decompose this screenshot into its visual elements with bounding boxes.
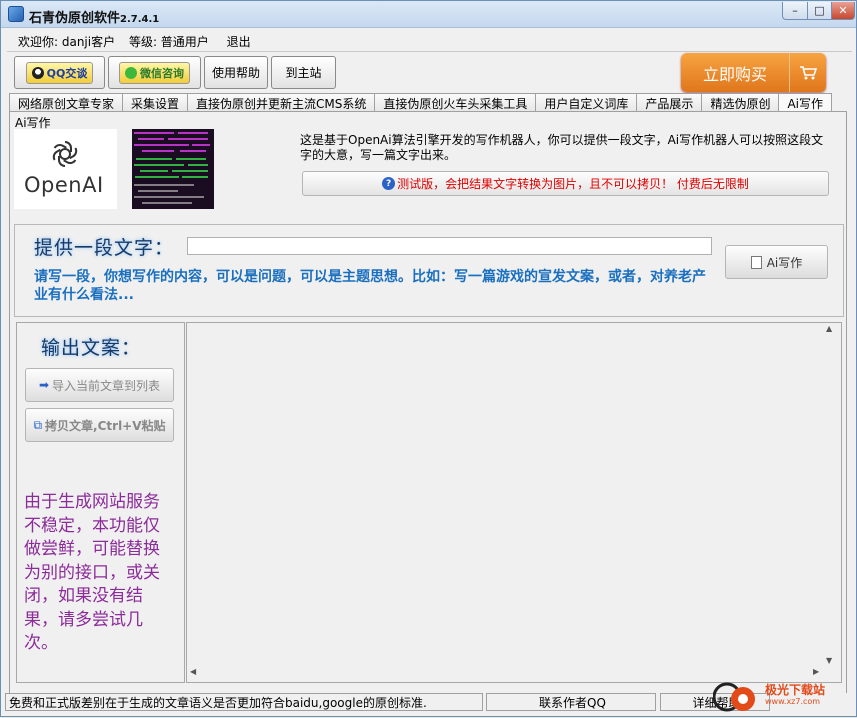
output-label: 输出文案： [41, 337, 142, 359]
maximize-button[interactable]: □ [807, 2, 832, 20]
openai-icon [52, 141, 78, 167]
user-info-bar: 欢迎你: danji客户 等级: 普通用户 退出 [18, 33, 261, 50]
welcome-text: 欢迎你: danji客户 [18, 35, 116, 49]
close-button[interactable]: ✕ [831, 2, 855, 20]
trial-notice-bar: ? 测试版，会把结果文字转换为图片，且不可以拷贝！ 付费后无限制 [302, 171, 829, 196]
openai-logo-box: OpenAI [14, 129, 117, 209]
qq-badge: QQ交谈 [25, 61, 94, 84]
app-window: 石青伪原创软件2.7.4.1 – □ ✕ 欢迎你: danji客户 等级: 普通… [0, 0, 857, 717]
copy-label: 拷贝文章,Ctrl+V粘贴 [45, 418, 166, 433]
import-label: 导入当前文章到列表 [52, 378, 161, 393]
prompt-hint: 请写一段，你想写作的内容，可以是问题，可以是主题思想。比如：写一篇游戏的宣发文案… [34, 269, 706, 303]
wechat-icon [125, 66, 137, 79]
copy-article-button[interactable]: ⧉ 拷贝文章,Ctrl+V粘贴 [25, 408, 174, 442]
scroll-right-icon[interactable]: ▶ [813, 667, 819, 676]
contact-author-button[interactable]: 联系作者QQ [486, 693, 656, 711]
ai-description: 这是基于OpenAi算法引擎开发的写作机器人，你可以提供一段文字，Ai写作机器人… [300, 133, 824, 162]
openai-wordmark: OpenAI [24, 173, 104, 197]
watermark-text: 极光下载站 [765, 683, 826, 697]
matrix-banner-image [132, 129, 214, 209]
qq-icon [31, 66, 44, 79]
qq-chat-button[interactable]: QQ交谈 [14, 56, 105, 89]
qq-label: QQ交谈 [46, 66, 88, 80]
scroll-up-icon[interactable]: ▲ [826, 324, 832, 333]
output-text-area[interactable] [186, 322, 842, 683]
ai-write-button[interactable]: Ai写作 [725, 245, 828, 279]
watermark-logo: 极光下载站 www.xz7.com [712, 679, 853, 715]
ai-write-label: Ai写作 [766, 255, 803, 270]
logout-link[interactable]: 退出 [227, 35, 251, 49]
app-version: 2.7.4.1 [120, 14, 160, 25]
app-icon [8, 6, 24, 22]
home-site-button[interactable]: 到主站 [271, 56, 336, 89]
prompt-input[interactable] [187, 237, 712, 255]
prompt-label: 提供一段文字： [34, 237, 175, 259]
help-icon: ? [382, 177, 396, 190]
tab-locomotive-tool[interactable]: 直接伪原创火车头采集工具 [374, 93, 537, 112]
title-bar: 石青伪原创软件2.7.4.1 – □ ✕ [1, 1, 856, 28]
import-article-button[interactable]: ➡ 导入当前文章到列表 [25, 368, 174, 402]
tab-custom-dictionary[interactable]: 用户自定义词库 [535, 93, 638, 112]
watermark-url: www.xz7.com [765, 697, 821, 706]
cart-icon [789, 53, 826, 92]
toolbar-divider [7, 51, 852, 52]
help-button[interactable]: 使用帮助 [204, 56, 268, 89]
tab-products[interactable]: 产品展示 [636, 93, 703, 112]
scroll-left-icon[interactable]: ◀ [190, 667, 196, 676]
arrow-right-icon: ➡ [38, 378, 50, 392]
main-tabs: 网络原创文章专家 采集设置 直接伪原创并更新主流CMS系统 直接伪原创火车头采集… [9, 93, 832, 113]
status-message: 免费和正式版差别在于生成的文章语义是否更加符合baidu,google的原创标准… [5, 693, 483, 711]
wechat-badge: 微信咨询 [119, 61, 190, 84]
trial-notice-text: 测试版，会把结果文字转换为图片，且不可以拷贝！ 付费后无限制 [397, 177, 749, 191]
user-level: 等级: 普通用户 [128, 35, 209, 49]
document-icon [750, 255, 762, 269]
wechat-label: 微信咨询 [140, 66, 184, 80]
tab-collect-settings[interactable]: 采集设置 [122, 93, 189, 112]
service-note: 由于生成网站服务不稳定，本功能仅做尝鲜，可能替换为别的接口，或关闭，如果没有结果… [24, 492, 160, 653]
window-title: 石青伪原创软件2.7.4.1 [29, 7, 159, 26]
buy-label: 立即购买 [702, 64, 767, 84]
minimize-button[interactable]: – [782, 2, 808, 20]
app-name: 石青伪原创软件 [29, 11, 121, 26]
copy-icon: ⧉ [33, 417, 43, 432]
tab-cms-update[interactable]: 直接伪原创并更新主流CMS系统 [187, 93, 376, 112]
tab-ai-writing[interactable]: Ai写作 [778, 93, 832, 113]
wechat-consult-button[interactable]: 微信咨询 [108, 56, 201, 89]
tab-featured-rewrite[interactable]: 精选伪原创 [701, 93, 780, 112]
watermark-icon [712, 682, 755, 712]
tab-article-expert[interactable]: 网络原创文章专家 [9, 93, 124, 112]
scroll-down-icon[interactable]: ▼ [826, 656, 832, 665]
buy-now-button[interactable]: 立即购买 [681, 53, 826, 92]
